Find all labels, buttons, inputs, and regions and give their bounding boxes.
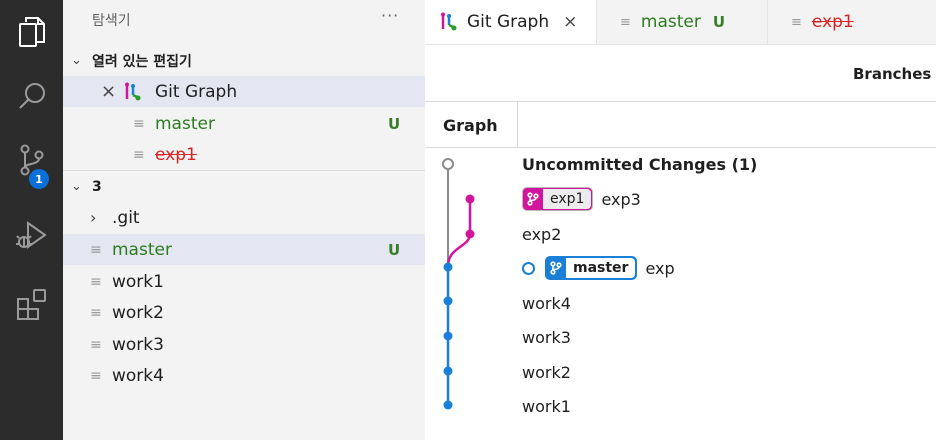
exp1-merge-curve — [446, 233, 472, 267]
open-editor-exp1[interactable]: ≡ exp1 — [63, 139, 425, 170]
open-editors-section[interactable]: ⌄ 열려 있는 편집기 — [63, 45, 425, 76]
commit-node[interactable] — [443, 331, 453, 341]
search-icon[interactable] — [0, 64, 63, 128]
open-editor-master[interactable]: ≡ master U — [63, 108, 425, 139]
untracked-badge: U — [388, 240, 401, 259]
file-lines-icon: ≡ — [90, 336, 102, 353]
tab-master[interactable]: ≡ master U — [596, 0, 768, 44]
commit-row[interactable]: work2 — [522, 355, 571, 389]
extensions-icon[interactable] — [0, 272, 63, 336]
file-lines-icon: ≡ — [620, 14, 631, 30]
column-header-graph[interactable]: Graph — [443, 116, 498, 135]
commit-graph — [442, 158, 475, 410]
git-graph-toolbar: Branches — [425, 45, 936, 102]
explorer-sidebar: 탐색기 ··· ⌄ 열려 있는 편집기 × Git Graph ≡ master… — [63, 0, 425, 440]
commit-row[interactable]: work3 — [522, 320, 571, 354]
column-divider[interactable] — [517, 102, 518, 147]
commit-message: work4 — [522, 293, 571, 313]
branch-ref-label: master — [566, 258, 636, 278]
tab-label: exp1 — [811, 12, 854, 32]
tree-item-label: .git — [112, 207, 140, 228]
open-editor-label: exp1 — [155, 144, 197, 165]
branch-icon — [546, 257, 566, 279]
commit-message: exp3 — [601, 189, 641, 209]
sidebar-header: 탐색기 ··· — [63, 0, 425, 40]
file-lines-icon: ≡ — [90, 241, 102, 258]
open-editors-title: 열려 있는 편집기 — [92, 53, 192, 70]
chevron-down-icon: ⌄ — [71, 179, 82, 194]
commit-message: Uncommitted Changes (1) — [522, 154, 758, 174]
commit-node-uncommitted[interactable] — [442, 158, 454, 170]
run-debug-icon[interactable] — [0, 203, 63, 267]
activity-bar: 1 — [0, 0, 63, 440]
tab-git-graph[interactable]: Git Graph × — [425, 0, 597, 44]
branch-ref-label: exp1 — [543, 189, 592, 209]
scm-badge: 1 — [29, 169, 49, 189]
chevron-right-icon: › — [90, 208, 97, 227]
commit-message: exp2 — [522, 224, 562, 244]
head-indicator-icon — [522, 261, 535, 275]
close-icon[interactable]: × — [563, 12, 577, 32]
tree-item-work1[interactable]: ≡ work1 — [63, 266, 425, 297]
sidebar-title: 탐색기 — [92, 13, 131, 29]
commit-node[interactable] — [443, 400, 453, 410]
tree-item-work4[interactable]: ≡ work4 — [63, 360, 425, 391]
branch-ref-master[interactable]: master — [545, 256, 638, 280]
untracked-badge: U — [388, 114, 401, 133]
commit-message: work3 — [522, 327, 571, 347]
folder-title: 3 — [92, 178, 102, 195]
commit-node[interactable] — [465, 194, 475, 204]
commit-message: work2 — [522, 362, 571, 382]
commit-row[interactable]: work4 — [522, 286, 571, 320]
git-graph-icon — [441, 12, 457, 31]
open-editor-label: Git Graph — [155, 81, 238, 102]
tree-item-label: master — [112, 239, 172, 260]
commit-row[interactable]: master exp — [522, 251, 675, 285]
explorer-icon[interactable] — [0, 0, 63, 64]
commit-row[interactable]: work1 — [522, 389, 571, 423]
file-lines-icon: ≡ — [90, 304, 102, 321]
branches-label: Branches — [853, 65, 932, 83]
tab-exp1[interactable]: ≡ exp1 — [767, 0, 936, 44]
tree-item-label: work3 — [112, 334, 164, 355]
commit-row[interactable]: exp2 — [522, 217, 561, 251]
git-graph-icon — [125, 82, 141, 101]
editor-tab-bar: Git Graph × ≡ master U ≡ exp1 — [425, 0, 936, 45]
file-lines-icon: ≡ — [90, 367, 102, 384]
file-lines-icon: ≡ — [90, 273, 102, 290]
commit-row[interactable]: exp1 exp3 — [522, 182, 641, 216]
commit-row-uncommitted[interactable]: Uncommitted Changes (1) — [522, 147, 757, 181]
more-actions-icon[interactable]: ··· — [381, 6, 399, 25]
tab-label: Git Graph — [467, 12, 550, 32]
tree-item-label: work1 — [112, 271, 164, 292]
tab-label: master — [640, 12, 701, 32]
file-lines-icon: ≡ — [133, 115, 145, 132]
open-editor-git-graph[interactable]: × Git Graph — [63, 76, 425, 107]
commit-message: exp — [645, 258, 675, 278]
branch-icon — [523, 188, 543, 210]
commit-node[interactable] — [465, 229, 475, 239]
file-lines-icon: ≡ — [133, 146, 145, 163]
tree-item-work3[interactable]: ≡ work3 — [63, 329, 425, 360]
tree-item-master[interactable]: ≡ master U — [63, 234, 425, 265]
tree-item-label: work2 — [112, 302, 164, 323]
chevron-down-icon: ⌄ — [71, 53, 82, 68]
close-icon[interactable]: × — [101, 81, 116, 102]
branch-ref-exp1[interactable]: exp1 — [522, 187, 594, 211]
commit-node[interactable] — [443, 366, 453, 376]
commit-message: work1 — [522, 396, 571, 416]
tree-item-git-folder[interactable]: › .git — [63, 202, 425, 233]
file-lines-icon: ≡ — [791, 14, 802, 30]
open-editor-label: master — [155, 113, 215, 134]
commit-node[interactable] — [443, 296, 453, 306]
commit-node[interactable] — [443, 262, 453, 272]
graph-table-header: Graph — [425, 102, 936, 148]
folder-section[interactable]: ⌄ 3 — [63, 171, 425, 202]
tree-item-work2[interactable]: ≡ work2 — [63, 297, 425, 328]
untracked-badge: U — [712, 13, 726, 31]
tree-item-label: work4 — [112, 365, 164, 386]
